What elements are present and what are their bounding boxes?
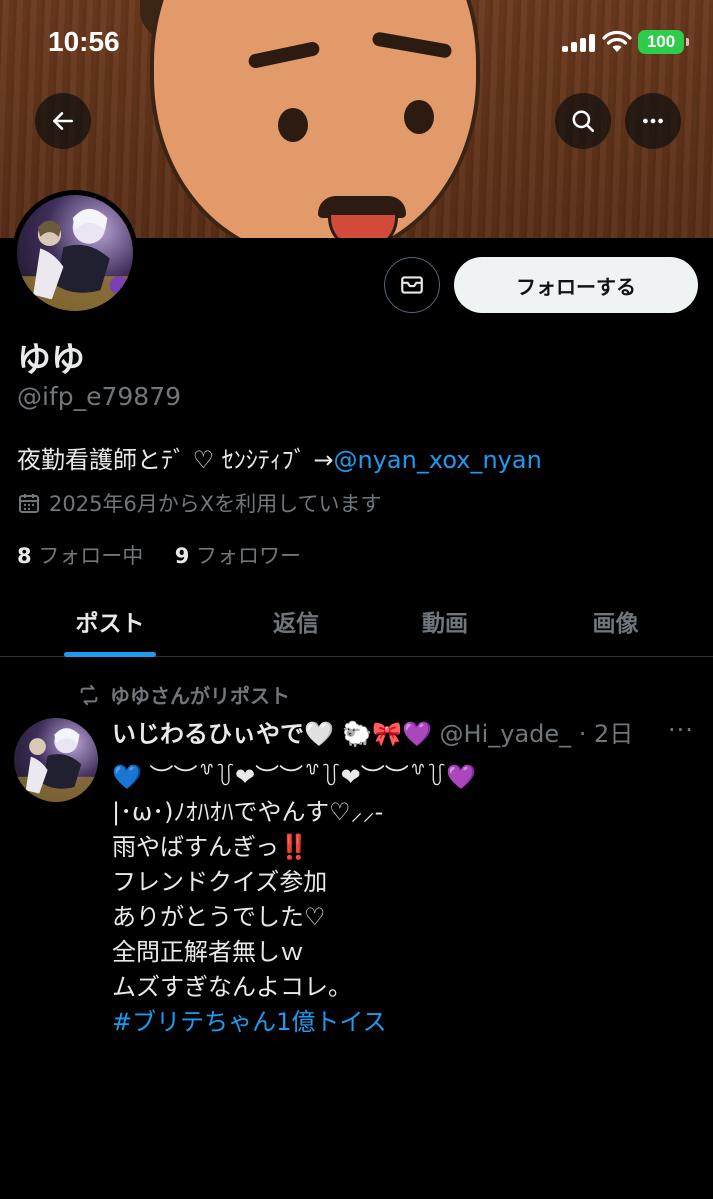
post-line: |･ω･)ﾉｵﾊｵﾊでやんす♡⸝⸝- xyxy=(112,798,384,826)
double-exclamation-emoji: ‼️ xyxy=(279,833,309,861)
profile-avatar[interactable] xyxy=(12,190,138,316)
profile-tabs: ポスト 返信 動画 画像 xyxy=(0,585,713,657)
following-count: 8 xyxy=(17,544,32,568)
post-time[interactable]: · 2日 xyxy=(579,720,634,748)
profile-bio: 夜勤看護師とﾃﾞ ♡ ｾﾝｼﾃｨﾌﾞ →@nyan_xox_nyan xyxy=(17,440,542,475)
avatar-image xyxy=(17,208,133,311)
message-button[interactable] xyxy=(384,257,440,313)
search-button[interactable] xyxy=(555,93,611,149)
post-more-icon[interactable]: ··· xyxy=(668,716,694,744)
tab-videos-label: 動画 xyxy=(422,611,468,637)
back-button[interactable] xyxy=(35,93,91,149)
repost-icon xyxy=(80,684,98,705)
more-options-button[interactable] xyxy=(625,93,681,149)
post-line-text: 雨やばすんぎっ xyxy=(112,833,280,861)
calendar-icon xyxy=(19,494,39,513)
profile-handle: @ifp_e79879 xyxy=(17,382,182,411)
search-icon xyxy=(572,110,594,132)
more-icon xyxy=(643,118,663,124)
cellular-signal-icon xyxy=(562,34,596,52)
repost-indicator: ゆゆさんがリポスト xyxy=(78,680,290,709)
follow-counts: 8 フォロー中 9 フォロワー xyxy=(17,540,301,570)
profile-name: ゆゆ xyxy=(17,340,85,380)
back-arrow-icon xyxy=(53,112,73,130)
mail-icon xyxy=(401,276,423,294)
followers-label: フォロワー xyxy=(196,544,301,568)
follow-button[interactable]: フォローする xyxy=(454,257,698,313)
post-text: 💙 ︶︶꒷꒦❤︶︶꒷꒦❤︶︶꒷꒦💜 |･ω･)ﾉｵﾊｵﾊでやんす♡⸝⸝- 雨やば… xyxy=(112,760,702,1040)
tab-images[interactable]: 画像 xyxy=(518,585,713,657)
post-author-name[interactable]: いじわるひぃやで🤍 🐑🎀💜 xyxy=(112,720,432,748)
post-header: いじわるひぃやで🤍 🐑🎀💜 @Hi_yade_ · 2日 xyxy=(112,714,700,749)
tab-replies-label: 返信 xyxy=(273,611,319,637)
following-link[interactable]: 8 フォロー中 xyxy=(17,544,143,568)
repost-label: ゆゆさんがリポスト xyxy=(110,684,290,708)
status-bar: 10:56 100 xyxy=(0,0,713,80)
post-author-handle[interactable]: @Hi_yade_ xyxy=(440,720,572,748)
post-line: ムズすぎなんよコレ。 xyxy=(112,973,352,1001)
tab-replies[interactable]: 返信 xyxy=(220,585,372,657)
post-line: ありがとうでした♡ xyxy=(112,903,326,931)
bio-mention-link[interactable]: @nyan_xox_nyan xyxy=(334,446,542,474)
bio-text: 夜勤看護師とﾃﾞ ♡ ｾﾝｼﾃｨﾌﾞ → xyxy=(17,446,334,474)
tab-posts[interactable]: ポスト xyxy=(0,585,220,657)
wifi-icon xyxy=(602,30,632,54)
post-line: 💙 ︶︶꒷꒦❤︶︶꒷꒦❤︶︶꒷꒦💜 xyxy=(112,763,477,791)
post-author-avatar[interactable] xyxy=(14,718,98,802)
battery-icon: 100 xyxy=(638,30,689,54)
tab-videos[interactable]: 動画 xyxy=(372,585,518,657)
post-line: 全問正解者無しｗ xyxy=(112,938,304,966)
tab-posts-label: ポスト xyxy=(75,611,145,637)
joined-date: 2025年6月からXを利用しています xyxy=(17,488,382,518)
tab-images-label: 画像 xyxy=(592,611,639,637)
post-line: フレンドクイズ参加 xyxy=(112,868,328,896)
post-line: 雨やばすんぎっ‼️ xyxy=(112,830,702,865)
status-time: 10:56 xyxy=(48,26,120,57)
followers-count: 9 xyxy=(174,544,190,568)
post-hashtag[interactable]: #ブリテちゃん1億トイス xyxy=(112,1005,702,1040)
post-avatar-image xyxy=(14,728,98,802)
joined-text: 2025年6月からXを利用しています xyxy=(49,492,382,516)
followers-link[interactable]: 9 フォロワー xyxy=(175,544,301,568)
following-label: フォロー中 xyxy=(38,544,144,568)
active-tab-indicator xyxy=(64,652,156,657)
